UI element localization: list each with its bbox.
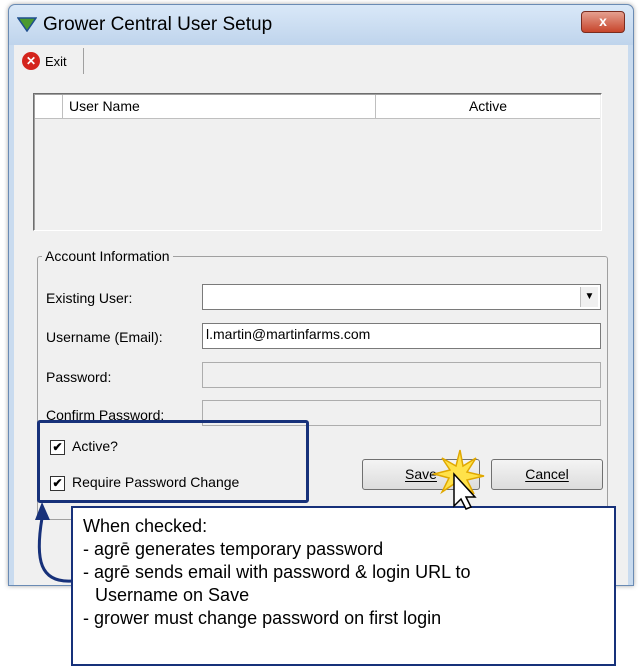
cancel-label: Cancel — [525, 466, 569, 482]
callout-line: - grower must change password on first l… — [83, 608, 442, 628]
username-value: l.martin@martinfarms.com — [206, 326, 371, 342]
checkbox-highlight-box — [37, 420, 309, 503]
column-header-user-name[interactable]: User Name — [63, 95, 376, 118]
window-title: Grower Central User Setup — [43, 14, 273, 35]
username-input[interactable]: l.martin@martinfarms.com — [202, 323, 601, 349]
existing-user-label: Existing User: — [46, 290, 133, 306]
title-bar: Grower Central User Setup x — [9, 5, 633, 45]
callout-line: Username on Save — [95, 585, 250, 605]
click-cursor-icon — [432, 449, 485, 510]
close-button[interactable]: x — [581, 11, 625, 33]
exit-button[interactable]: ✕ Exit — [15, 48, 84, 74]
grid-header: User Name Active — [35, 95, 600, 119]
existing-user-dropdown[interactable]: ▼ — [202, 284, 601, 310]
users-grid[interactable]: User Name Active — [33, 93, 602, 231]
exit-label: Exit — [45, 53, 67, 69]
exit-icon: ✕ — [22, 52, 40, 70]
row-selector-header — [35, 95, 63, 118]
account-information-title: Account Information — [42, 248, 173, 264]
callout-note: When checked: - agrē generates temporary… — [71, 506, 616, 666]
cancel-button[interactable]: Cancel — [491, 459, 603, 490]
close-icon: x — [599, 13, 607, 29]
app-logo-icon — [17, 17, 37, 32]
toolbar: ✕ Exit — [14, 45, 628, 77]
column-header-active[interactable]: Active — [376, 95, 600, 118]
password-input[interactable] — [202, 362, 601, 388]
window-client-area: ✕ Exit User Name Active Account Informat… — [14, 45, 628, 585]
callout-heading: When checked: — [83, 516, 208, 536]
callout-line: - agrē generates temporary password — [83, 539, 384, 559]
callout-line: - agrē sends email with password & login… — [83, 562, 471, 582]
chevron-down-icon[interactable]: ▼ — [580, 287, 598, 307]
username-label: Username (Email): — [46, 329, 163, 345]
password-label: Password: — [46, 369, 112, 385]
